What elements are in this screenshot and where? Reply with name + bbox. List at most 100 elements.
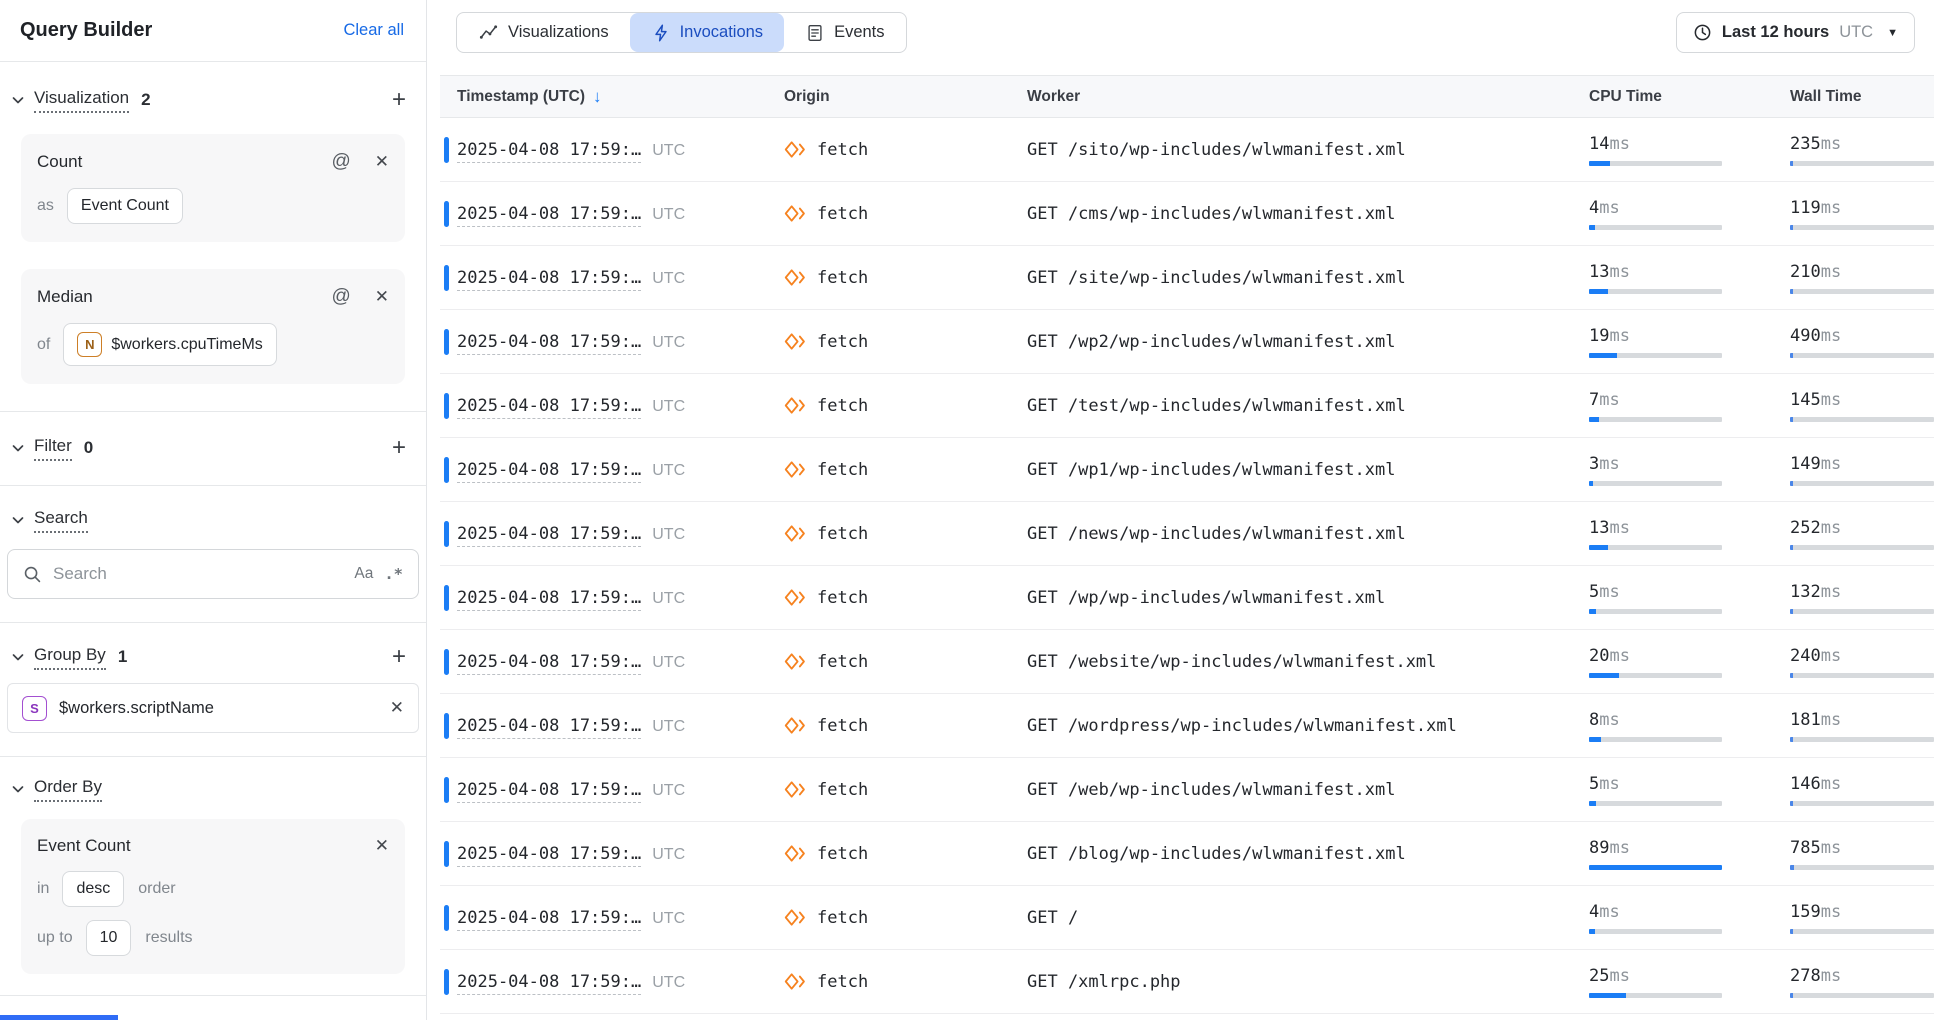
ms-unit: ms — [1609, 966, 1629, 986]
field-chip[interactable]: N $workers.cpuTimeMs — [63, 323, 276, 366]
ms-unit: ms — [1821, 902, 1841, 922]
timestamp-value[interactable]: 2025-04-08 17:59:… — [457, 140, 641, 163]
timestamp-value[interactable]: 2025-04-08 17:59:… — [457, 844, 641, 867]
timestamp-value[interactable]: 2025-04-08 17:59:… — [457, 908, 641, 931]
sort-direction-chip[interactable]: desc — [62, 871, 124, 907]
tab-invocations[interactable]: Invocations — [630, 13, 784, 52]
main-panel: Visualizations Invocations Events Last 1 — [427, 0, 1934, 1020]
match-case-toggle-icon[interactable]: Aa — [354, 565, 373, 583]
table-row[interactable]: 2025-04-08 17:59:…UTC fetch GET /website… — [440, 630, 1934, 694]
table-row[interactable]: 2025-04-08 17:59:…UTC fetch GET /wp2/wp-… — [440, 310, 1934, 374]
remove-visualization-icon[interactable]: ✕ — [375, 287, 389, 307]
search-input[interactable] — [53, 564, 343, 584]
timestamp-value[interactable]: 2025-04-08 17:59:… — [457, 204, 641, 227]
visualization-card-title: Median — [37, 287, 93, 307]
table-row[interactable]: 2025-04-08 17:59:…UTC fetch GET /blog/wp… — [440, 822, 1934, 886]
timestamp-value[interactable]: 2025-04-08 17:59:… — [457, 588, 641, 611]
of-label: of — [37, 336, 50, 354]
cpu-bar-fill — [1589, 545, 1608, 550]
visualization-section-header[interactable]: Visualization 2 + — [0, 87, 426, 113]
timestamp-value[interactable]: 2025-04-08 17:59:… — [457, 332, 641, 355]
timestamp-value[interactable]: 2025-04-08 17:59:… — [457, 268, 641, 291]
timestamp-value[interactable]: 2025-04-08 17:59:… — [457, 460, 641, 483]
table-row[interactable]: 2025-04-08 17:59:…UTC fetch GET /cms/wp-… — [440, 182, 1934, 246]
tab-events[interactable]: Events — [784, 13, 905, 52]
worker-request: GET /xmlrpc.php — [1027, 972, 1181, 992]
remove-order-by-icon[interactable]: ✕ — [375, 836, 389, 856]
worker-cell: GET / — [1027, 908, 1589, 928]
order-by-section-header[interactable]: Order By — [0, 776, 426, 802]
cpu-bar-fill — [1589, 353, 1617, 358]
fetch-origin-icon — [784, 458, 807, 481]
sidebar-title: Query Builder — [20, 19, 152, 42]
origin-label: fetch — [817, 780, 868, 800]
table-row[interactable]: 2025-04-08 17:59:…UTC fetch GET /xmlrpc.… — [440, 950, 1934, 1014]
worker-request: GET /wp2/wp-includes/wlwmanifest.xml — [1027, 332, 1395, 352]
add-visualization-button[interactable]: + — [392, 90, 406, 110]
origin-cell: fetch — [784, 842, 1027, 865]
column-header-timestamp[interactable]: Timestamp (UTC) ↓ — [457, 87, 784, 107]
row-accent-bar — [444, 905, 449, 931]
search-section-header[interactable]: Search — [0, 507, 426, 533]
cpu-value: 14 — [1589, 134, 1609, 154]
visualization-section-label: Visualization — [34, 88, 129, 113]
table-row[interactable]: 2025-04-08 17:59:…UTC fetch GET /wp/wp-i… — [440, 566, 1934, 630]
timezone-label: UTC — [652, 910, 685, 927]
table-row[interactable]: 2025-04-08 17:59:…UTC fetch GET / 4ms 15… — [440, 886, 1934, 950]
group-by-section-header[interactable]: Group By 1 + — [0, 644, 426, 670]
add-group-by-button[interactable]: + — [392, 647, 406, 667]
wall-bar-fill — [1790, 673, 1793, 678]
alias-chip[interactable]: Event Count — [67, 188, 183, 224]
timestamp-value[interactable]: 2025-04-08 17:59:… — [457, 524, 641, 547]
group-by-field[interactable]: S $workers.scriptName ✕ — [7, 683, 419, 733]
fetch-origin-icon — [784, 650, 807, 673]
fetch-origin-icon — [784, 778, 807, 801]
row-accent-bar — [444, 969, 449, 995]
add-filter-button[interactable]: + — [392, 438, 406, 458]
clear-all-link[interactable]: Clear all — [343, 21, 404, 40]
at-mention-icon[interactable]: @ — [331, 286, 350, 308]
cpu-bar-track — [1589, 289, 1722, 294]
visualization-card-count: Count @ ✕ as Event Count — [21, 134, 405, 242]
time-range-selector[interactable]: Last 12 hours UTC ▼ — [1676, 12, 1915, 53]
timestamp-value[interactable]: 2025-04-08 17:59:… — [457, 716, 641, 739]
table-row[interactable]: 2025-04-08 17:59:…UTC fetch GET /test/wp… — [440, 374, 1934, 438]
at-mention-icon[interactable]: @ — [331, 151, 350, 173]
filter-section-header[interactable]: Filter 0 + — [0, 435, 426, 461]
wall-bar-fill — [1790, 609, 1793, 614]
wall-time-cell: 145ms — [1790, 390, 1934, 422]
remove-visualization-icon[interactable]: ✕ — [375, 152, 389, 172]
origin-label: fetch — [817, 332, 868, 352]
table-row[interactable]: 2025-04-08 17:59:…UTC fetch GET /site/wp… — [440, 246, 1934, 310]
origin-label: fetch — [817, 844, 868, 864]
sort-descending-icon[interactable]: ↓ — [593, 87, 602, 107]
origin-label: fetch — [817, 652, 868, 672]
result-limit-chip[interactable]: 10 — [86, 920, 132, 956]
timezone-label: UTC — [652, 654, 685, 671]
timestamp-value[interactable]: 2025-04-08 17:59:… — [457, 396, 641, 419]
worker-cell: GET /sito/wp-includes/wlwmanifest.xml — [1027, 140, 1589, 160]
table-row[interactable]: 2025-04-08 17:59:…UTC fetch GET /web/wp-… — [440, 758, 1934, 822]
table-row[interactable]: 2025-04-08 17:59:…UTC fetch GET /wp1/wp-… — [440, 438, 1934, 502]
timezone-label: UTC — [652, 462, 685, 479]
tab-visualizations[interactable]: Visualizations — [457, 13, 630, 52]
remove-group-by-icon[interactable]: ✕ — [390, 698, 404, 718]
table-row[interactable]: 2025-04-08 17:59:…UTC fetch GET /wordpre… — [440, 694, 1934, 758]
origin-cell: fetch — [784, 970, 1027, 993]
timestamp-value[interactable]: 2025-04-08 17:59:… — [457, 972, 641, 995]
timestamp-value[interactable]: 2025-04-08 17:59:… — [457, 780, 641, 803]
regex-toggle-icon[interactable]: .* — [384, 565, 403, 583]
timestamp-value[interactable]: 2025-04-08 17:59:… — [457, 652, 641, 675]
worker-cell: GET /wp/wp-includes/wlwmanifest.xml — [1027, 588, 1589, 608]
origin-label: fetch — [817, 204, 868, 224]
string-field-icon: S — [22, 696, 47, 721]
ms-unit: ms — [1821, 710, 1841, 730]
as-label: as — [37, 197, 54, 215]
table-row[interactable]: 2025-04-08 17:59:…UTC fetch GET /news/wp… — [440, 502, 1934, 566]
group-by-section-label: Group By — [34, 645, 106, 670]
field-chip-label: $workers.cpuTimeMs — [111, 336, 262, 354]
origin-label: fetch — [817, 140, 868, 160]
wall-time-cell: 235ms — [1790, 134, 1934, 166]
table-row[interactable]: 2025-04-08 17:59:…UTC fetch GET /sito/wp… — [440, 118, 1934, 182]
run-query-button-edge[interactable] — [0, 1015, 118, 1020]
